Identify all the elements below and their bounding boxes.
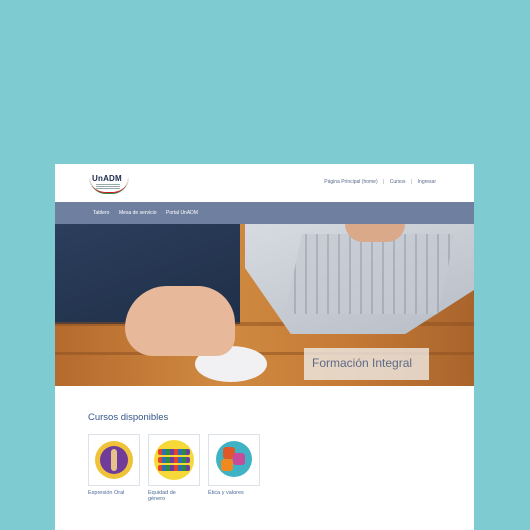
course-label[interactable]: Expresión Oral [88,490,140,496]
logo-text: UnADM [92,174,122,183]
link-separator: | [383,179,385,185]
logo-subtitle-lines [96,184,120,185]
nav-item-portal-unadm[interactable]: Portal UnADM [166,210,198,216]
top-header: UnADM Página Principal (home) | Cursos |… [55,164,474,202]
people-group-illustration-icon[interactable] [148,434,200,486]
nav-item-mesa-de-servicio[interactable]: Mesa de servicio [119,210,157,216]
home-link[interactable]: Página Principal (home) [324,179,377,185]
course-label[interactable]: Ética y valores [208,490,260,496]
hero-banner: Formación Integral [55,224,474,386]
unadm-logo[interactable]: UnADM [89,172,129,194]
speaker-illustration-icon[interactable] [88,434,140,486]
link-separator: | [410,179,413,185]
hero-caption-box: Formación Integral [304,348,429,380]
puzzle-illustration-icon[interactable] [208,434,260,486]
hero-caption-text: Formación Integral [312,356,413,370]
course-card-etica-y-valores[interactable]: Ética y valores [208,434,260,496]
course-card-equidad-de-genero[interactable]: Equidad de género [148,434,200,502]
courses-link[interactable]: Cursos [390,179,406,185]
page-container: UnADM Página Principal (home) | Cursos |… [55,164,474,530]
nav-item-tablero[interactable]: Tablero [93,210,109,216]
main-navbar: Tablero Mesa de servicio Portal UnADM [55,202,474,224]
login-link[interactable]: Ingresar [418,179,436,185]
hero-keyboard [285,234,455,314]
hero-typing-hand [345,224,405,242]
course-label[interactable]: Equidad de género [148,490,190,502]
hero-hand [125,286,235,356]
courses-title: Cursos disponibles [88,412,169,423]
header-links: Página Principal (home) | Cursos | Ingre… [324,179,436,185]
course-card-expresion-oral[interactable]: Expresión Oral [88,434,140,496]
